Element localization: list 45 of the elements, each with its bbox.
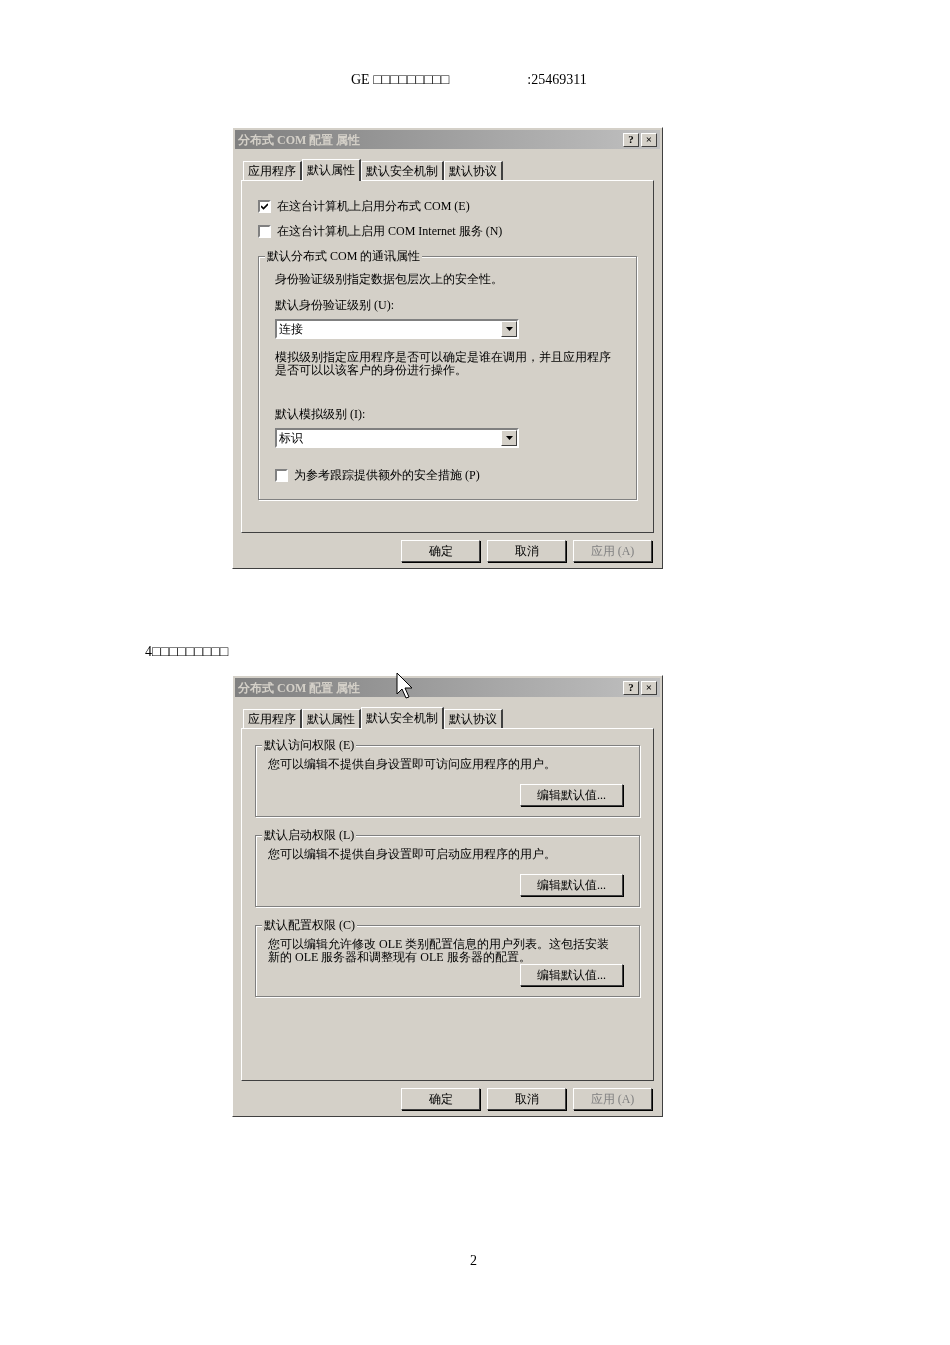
description-text: 身份验证级别指定数据包层次上的安全性。 <box>275 273 504 286</box>
tab[interactable]: 默认属性 <box>302 709 361 728</box>
tab[interactable]: 应用程序 <box>243 709 302 728</box>
section-heading: 4□□□□□□□□□ <box>145 643 230 659</box>
window-title: 分布式 COM 配置 属性 <box>238 131 361 149</box>
dialog-button[interactable]: 确定 <box>401 540 480 562</box>
checkbox[interactable] <box>275 468 288 482</box>
checkbox-label: 在这台计算机上启用分布式 COM (E) <box>277 198 470 215</box>
page-number: 2 <box>470 1252 478 1270</box>
checkbox[interactable] <box>258 224 271 238</box>
dialog-button[interactable]: 取消 <box>487 540 566 562</box>
help-button[interactable]: ? <box>623 680 639 695</box>
dropdown[interactable]: 连接 <box>275 319 519 339</box>
tab[interactable]: 默认安全机制 <box>361 707 444 729</box>
checkbox[interactable] <box>258 199 271 213</box>
edit-defaults-button[interactable]: 编辑默认值... <box>520 784 623 806</box>
edit-defaults-button[interactable]: 编辑默认值... <box>520 874 623 896</box>
close-button[interactable]: × <box>641 680 657 695</box>
checkbox-label: 为参考跟踪提供额外的安全措施 (P) <box>294 467 480 484</box>
dropdown[interactable]: 标识 <box>275 428 519 448</box>
window-title: 分布式 COM 配置 属性 <box>238 679 361 697</box>
tab[interactable]: 默认属性 <box>302 159 361 181</box>
help-button[interactable]: ? <box>623 132 639 147</box>
dialog-button[interactable]: 确定 <box>401 1088 480 1110</box>
group-title: 默认配置权限 (C) <box>262 917 357 933</box>
description-text: 您可以编辑不提供自身设置即可启动应用程序的用户。 <box>268 848 557 861</box>
field-label: 默认身份验证级别 (U): <box>275 297 395 314</box>
check-icon <box>261 202 268 210</box>
header-text: GE □□□□□□□□□ <box>351 70 450 89</box>
tab[interactable]: 默认协议 <box>444 709 503 728</box>
description-text: 您可以编辑不提供自身设置即可访问应用程序的用户。 <box>268 758 557 771</box>
group-title: 默认访问权限 (E) <box>262 737 357 753</box>
description-text: 模拟级别指定应用程序是否可以确定是谁在调用，并且应用程序是否可以以该客户的身份进行操作。 <box>275 351 612 377</box>
checkbox-label: 在这台计算机上启用 COM Internet 服务 (N) <box>277 223 503 240</box>
header-number: :25469311 <box>527 70 587 89</box>
field-label: 默认模拟级别 (I): <box>275 406 367 423</box>
tab[interactable]: 应用程序 <box>243 161 302 180</box>
group-title: 默认分布式 COM 的通讯属性 <box>265 248 423 264</box>
tab[interactable]: 默认安全机制 <box>361 161 444 180</box>
edit-defaults-button[interactable]: 编辑默认值... <box>520 964 623 986</box>
description-text: 您可以编辑允许修改 OLE 类别配置信息的用户列表。这包括安装新的 OLE 服务器和调整现有 OLE 服务器的配置。 <box>268 938 611 964</box>
group-title: 默认启动权限 (L) <box>262 827 357 843</box>
tab[interactable]: 默认协议 <box>444 161 503 180</box>
close-button[interactable]: × <box>641 132 657 147</box>
dialog-button[interactable]: 取消 <box>487 1088 566 1110</box>
